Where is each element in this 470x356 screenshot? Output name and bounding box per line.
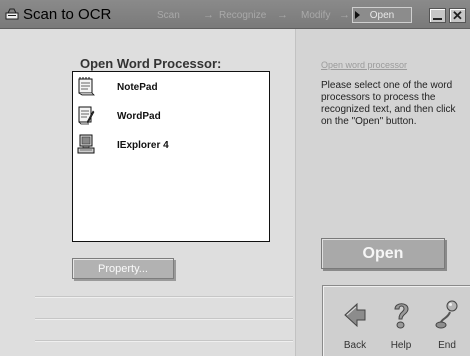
window-title: Scan to OCR: [23, 6, 112, 23]
step-arrow-icon: →: [339, 9, 350, 21]
navigation-panel: Back Help End: [322, 285, 470, 356]
help-button[interactable]: Help: [381, 298, 421, 354]
title-bar[interactable]: Scan to OCR Scan → Recognize → Modify → …: [0, 0, 470, 29]
help-label: Help: [390, 340, 412, 351]
step-modify: Modify: [301, 10, 331, 21]
list-item-iexplorer[interactable]: IExplorer 4: [73, 132, 269, 160]
step-open-label: Open: [369, 10, 395, 21]
open-button-label: Open: [362, 245, 404, 262]
divider: [35, 318, 293, 320]
list-item-wordpad[interactable]: WordPad: [73, 103, 269, 131]
end-button[interactable]: End: [427, 298, 467, 354]
list-heading: Open Word Processor:: [80, 56, 222, 71]
computer-icon: [77, 134, 95, 154]
step-scan: Scan: [157, 10, 180, 21]
list-item-label: NotePad: [117, 82, 158, 93]
wordpad-icon: [78, 106, 95, 125]
divider: [35, 340, 293, 342]
list-item-label: WordPad: [117, 111, 161, 122]
exit-icon: [435, 300, 458, 329]
scanner-icon: [5, 8, 19, 20]
open-button[interactable]: Open: [321, 238, 445, 269]
notepad-icon: [78, 77, 95, 96]
question-mark-icon: [394, 303, 409, 329]
help-topic-link[interactable]: Open word processor: [321, 60, 407, 70]
scan-to-ocr-window: Scan to OCR Scan → Recognize → Modify → …: [0, 0, 470, 356]
property-button-label: Property...: [98, 263, 148, 275]
close-button[interactable]: ✕: [449, 8, 466, 23]
back-button[interactable]: Back: [335, 298, 375, 354]
minimize-button[interactable]: [429, 8, 446, 23]
step-arrow-icon: →: [277, 9, 288, 21]
back-arrow-icon: [344, 302, 366, 328]
close-icon: ✕: [452, 8, 463, 23]
step-arrow-icon: →: [203, 9, 214, 21]
divider: [35, 296, 293, 298]
step-recognize: Recognize: [219, 10, 267, 21]
step-open-current: Open: [352, 7, 412, 23]
list-item-notepad[interactable]: NotePad: [73, 74, 269, 102]
property-button[interactable]: Property...: [72, 258, 174, 279]
help-text: Please select one of the word processors…: [321, 80, 456, 127]
word-processor-list[interactable]: NotePad WordPad IExplorer 4: [72, 71, 270, 242]
list-item-label: IExplorer 4: [117, 140, 169, 151]
back-label: Back: [343, 340, 367, 351]
minimize-icon: [433, 18, 442, 20]
end-label: End: [438, 340, 456, 351]
